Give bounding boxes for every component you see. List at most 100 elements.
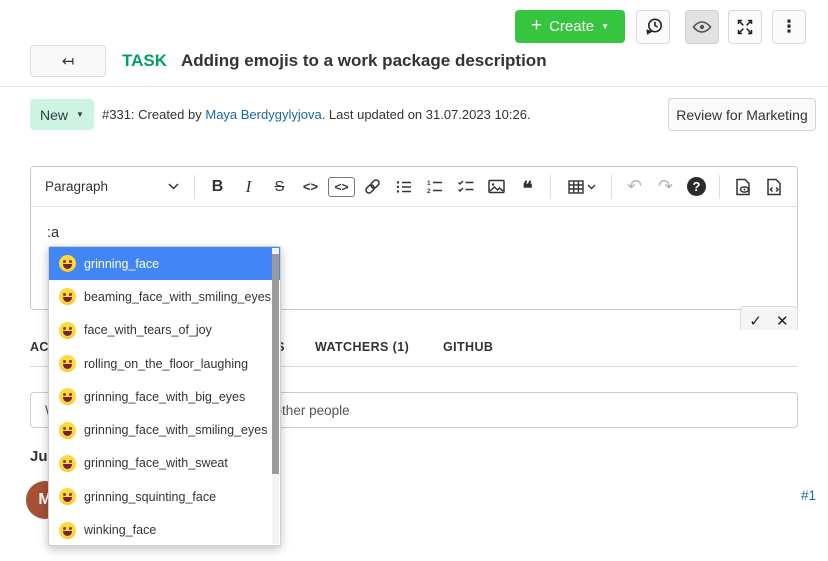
emoji-autocomplete-dropdown: grinning_face beaming_face_with_smiling_…	[48, 246, 281, 546]
toolbar-separator	[719, 175, 720, 199]
tab[interactable]: GITHUB	[443, 340, 493, 354]
emoji-suggestion-label: grinning_face_with_smiling_eyes	[84, 423, 267, 437]
preview-button[interactable]	[727, 172, 758, 202]
help-icon: ?	[687, 177, 706, 196]
bulleted-list-button[interactable]	[388, 172, 419, 202]
svg-text:1: 1	[427, 180, 431, 187]
emoji-suggestion-label: face_with_tears_of_joy	[84, 323, 212, 337]
italic-button[interactable]: I	[233, 172, 264, 202]
author-link[interactable]: Maya Berdygylyjova	[205, 107, 321, 122]
chevron-down-icon: ▼	[76, 111, 84, 119]
save-check-icon[interactable]: ✓	[749, 312, 762, 330]
kebab-icon: ⋮	[781, 17, 798, 37]
chevron-down-icon	[587, 184, 596, 190]
todo-list-button[interactable]	[450, 172, 481, 202]
back-arrow-icon: ↤	[62, 52, 75, 70]
editor-help-button[interactable]: ?	[681, 172, 712, 202]
status-dropdown[interactable]: New ▼	[30, 99, 94, 130]
editor-toolbar: Paragraph B I S <> <>	[31, 167, 797, 207]
work-package-page: + Create ▼	[0, 0, 828, 561]
emoji-icon	[59, 488, 76, 505]
dropdown-scrollbar-thumb[interactable]	[272, 254, 279, 474]
review-for-marketing-button[interactable]: Review for Marketing	[668, 98, 816, 131]
header-divider	[0, 86, 828, 87]
toolbar-separator	[611, 175, 612, 199]
paragraph-style-select[interactable]: Paragraph	[39, 172, 187, 202]
toolbar-separator	[194, 175, 195, 199]
svg-text:2: 2	[427, 188, 431, 195]
create-button[interactable]: + Create ▼	[515, 10, 625, 43]
emoji-suggestion-label: winking_face	[84, 523, 156, 537]
emoji-icon	[59, 255, 76, 272]
emoji-suggestion-item[interactable]: grinning_face_with_smiling_eyes	[49, 413, 280, 446]
emoji-suggestion-item[interactable]: rolling_on_the_floor_laughing	[49, 347, 280, 380]
chevron-down-icon	[168, 183, 179, 190]
block-quote-button[interactable]: ❝	[512, 172, 543, 202]
insert-image-button[interactable]	[481, 172, 512, 202]
back-button[interactable]: ↤	[30, 45, 106, 77]
eye-icon	[691, 16, 713, 38]
emoji-suggestion-label: grinning_face_with_big_eyes	[84, 390, 245, 404]
emoji-suggestion-label: grinning_face	[84, 257, 159, 271]
image-icon	[487, 177, 506, 196]
strikethrough-button[interactable]: S	[264, 172, 295, 202]
watch-button[interactable]	[685, 10, 719, 44]
create-button-label: Create	[549, 18, 594, 35]
link-button[interactable]	[357, 172, 388, 202]
emoji-suggestion-item[interactable]: winking_face	[49, 513, 280, 546]
work-package-meta: #331: Created by Maya Berdygylyjova. Las…	[102, 107, 531, 122]
emoji-suggestion-item[interactable]: grinning_face	[49, 247, 280, 280]
code-block-button[interactable]: <>	[326, 172, 357, 202]
tab-label: WATCHERS (1)	[315, 340, 409, 354]
emoji-suggestion-label: beaming_face_with_smiling_eyes	[84, 290, 271, 304]
more-menu-button[interactable]: ⋮	[772, 10, 806, 44]
numbered-list-button[interactable]: 1 2	[419, 172, 450, 202]
plus-icon: +	[531, 16, 542, 35]
meta-prefix: #331: Created by	[102, 107, 205, 122]
paragraph-style-value: Paragraph	[45, 179, 108, 194]
insert-table-button[interactable]	[558, 172, 604, 202]
emoji-icon	[59, 388, 76, 405]
markdown-source-button[interactable]	[758, 172, 789, 202]
todo-list-icon	[457, 178, 475, 196]
emoji-suggestion-item[interactable]: beaming_face_with_smiling_eyes	[49, 280, 280, 313]
emoji-suggestion-item[interactable]: face_with_tears_of_joy	[49, 314, 280, 347]
fullscreen-button[interactable]	[728, 10, 762, 44]
emoji-suggestion-item[interactable]: grinning_squinting_face	[49, 480, 280, 513]
emoji-icon	[59, 322, 76, 339]
history-clock-icon	[642, 16, 664, 38]
link-icon	[363, 177, 382, 196]
inline-code-button[interactable]: <>	[295, 172, 326, 202]
baseline-history-button[interactable]	[636, 10, 670, 44]
meta-suffix: . Last updated on 31.07.2023 10:26.	[322, 107, 531, 122]
activity-number-link[interactable]: #1	[801, 488, 816, 503]
emoji-icon	[59, 455, 76, 472]
redo-button[interactable]: ↷	[650, 172, 681, 202]
code-block-icon: <>	[328, 177, 354, 197]
emoji-suggestion-label: rolling_on_the_floor_laughing	[84, 357, 248, 371]
tab[interactable]: WATCHERS (1)	[315, 340, 409, 354]
emoji-icon	[59, 288, 76, 305]
tab-label: GITHUB	[443, 340, 493, 354]
status-label: New	[40, 107, 68, 123]
work-package-type: TASK	[122, 51, 167, 71]
bold-button[interactable]: B	[202, 172, 233, 202]
emoji-icon	[59, 522, 76, 539]
toolbar-separator	[550, 175, 551, 199]
cancel-x-icon[interactable]: ✕	[776, 312, 789, 330]
preview-document-icon	[733, 177, 753, 197]
emoji-icon	[59, 355, 76, 372]
emoji-suggestion-label: grinning_squinting_face	[84, 490, 216, 504]
undo-button[interactable]: ↶	[619, 172, 650, 202]
table-icon	[567, 178, 585, 196]
editor-content[interactable]: :a	[31, 207, 797, 241]
chevron-down-icon: ▼	[601, 23, 609, 31]
fullscreen-arrows-icon	[735, 17, 755, 37]
emoji-suggestion-item[interactable]: grinning_face_with_big_eyes	[49, 380, 280, 413]
numbered-list-icon: 1 2	[426, 178, 444, 196]
page-title: Adding emojis to a work package descript…	[181, 51, 547, 71]
emoji-suggestion-item[interactable]: grinning_face_with_sweat	[49, 447, 280, 480]
emoji-icon	[59, 422, 76, 439]
source-code-document-icon	[764, 177, 784, 197]
emoji-suggestion-label: grinning_face_with_sweat	[84, 456, 228, 470]
